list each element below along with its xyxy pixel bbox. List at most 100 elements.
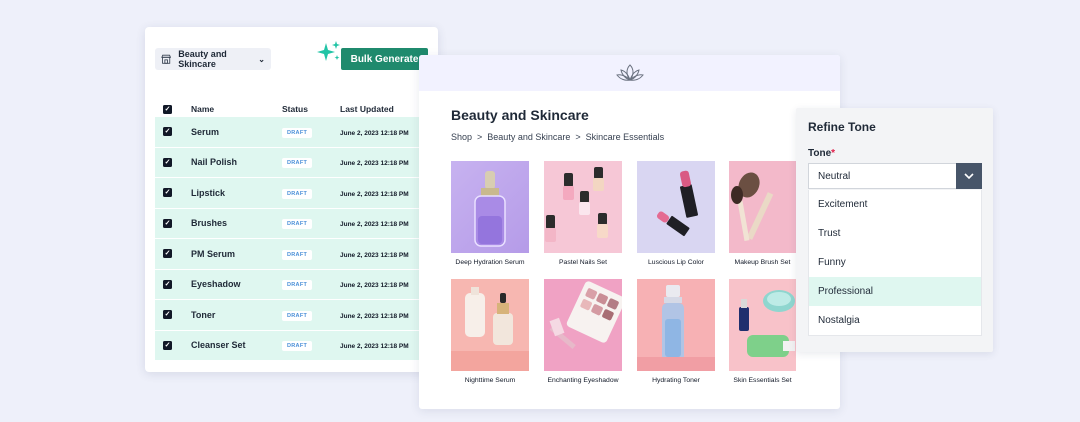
select-all-checkbox[interactable]: ✓ [163,104,172,114]
status-badge: DRAFT [282,219,313,230]
tone-field-label: Tone* [808,148,835,159]
row-checkbox[interactable]: ✓ [163,188,172,198]
product-image [729,161,796,253]
required-marker: * [831,148,836,159]
product-name: Luscious Lip Color [648,259,704,266]
dropdown-toggle[interactable] [956,163,982,189]
table-row[interactable]: ✓ Cleanser Set DRAFT June 2, 2023 12:18 … [155,330,428,361]
panel-title: Refine Tone [808,120,876,134]
chevron-down-icon: ⌄ [258,54,265,64]
product-image [451,279,529,371]
product-image [729,279,796,371]
status-badge: DRAFT [282,280,313,291]
row-updated: June 2, 2023 12:18 PM [340,282,409,290]
row-name: Serum [191,126,220,137]
table-row[interactable]: ✓ Toner DRAFT June 2, 2023 12:18 PM [155,300,428,331]
product-card[interactable]: Nighttime Serum [451,279,529,384]
row-name: Lipstick [191,187,226,198]
status-badge: DRAFT [282,127,313,138]
row-name: Toner [191,309,216,320]
status-badge: DRAFT [282,249,313,260]
breadcrumb-category[interactable]: Beauty and Skincare [487,132,570,142]
product-card[interactable]: Luscious Lip Color [637,161,715,266]
product-name: Pastel Nails Set [559,259,607,266]
category-select[interactable]: Beauty and Skincare ⌄ [155,48,271,70]
product-name: Skin Essentials Set [733,377,792,384]
row-name: Brushes [191,218,228,229]
page-title: Beauty and Skincare [451,107,589,123]
row-name: Cleanser Set [191,340,246,351]
row-name: PM Serum [191,248,236,259]
bulk-generate-button[interactable]: Bulk Generate [341,48,428,70]
table-row[interactable]: ✓ Nail Polish DRAFT June 2, 2023 12:18 P… [155,147,428,178]
row-updated: June 2, 2023 12:18 PM [340,251,409,259]
row-updated: June 2, 2023 12:18 PM [340,160,409,168]
product-image [637,279,715,371]
tone-label-text: Tone [808,148,832,159]
table-row[interactable]: ✓ PM Serum DRAFT June 2, 2023 12:18 PM [155,239,428,270]
tone-options-list: Excitement Trust Funny Professional Nost… [808,190,982,336]
breadcrumb-current: Skincare Essentials [585,132,665,142]
product-card[interactable]: Enchanting Eyeshadow [544,279,622,384]
product-image [451,161,529,253]
breadcrumb-separator: > [477,132,483,142]
row-checkbox[interactable]: ✓ [163,279,172,289]
row-checkbox[interactable]: ✓ [163,340,172,350]
category-select-label: Beauty and Skincare [178,49,227,69]
store-icon [161,54,172,64]
status-badge: DRAFT [282,341,313,352]
row-updated: June 2, 2023 12:18 PM [340,190,409,198]
storefront-preview: Beauty and Skincare Shop > Beauty and Sk… [419,55,840,409]
row-name: Nail Polish [191,157,238,168]
lotus-logo-icon [615,64,644,81]
store-header [419,55,840,91]
product-name: Enchanting Eyeshadow [547,377,619,384]
table-row[interactable]: ✓ Lipstick DRAFT June 2, 2023 12:18 PM [155,178,428,209]
row-checkbox[interactable]: ✓ [163,157,172,167]
table-row[interactable]: ✓ Eyeshadow DRAFT June 2, 2023 12:18 PM [155,269,428,300]
row-updated: June 2, 2023 12:18 PM [340,312,409,320]
tone-select[interactable]: Neutral [808,163,982,189]
chevron-down-icon [964,172,974,179]
tone-selected-value: Neutral [818,170,851,182]
product-image [544,279,622,371]
product-image [637,161,715,253]
list-header: ✓ Name Status Last Updated [155,101,428,117]
row-checkbox[interactable]: ✓ [163,249,172,259]
breadcrumb: Shop > Beauty and Skincare > Skincare Es… [451,132,664,142]
status-badge: DRAFT [282,158,313,169]
tone-option-nostalgia[interactable]: Nostalgia [809,306,981,335]
row-updated: June 2, 2023 12:18 PM [340,221,409,229]
tone-option-excitement[interactable]: Excitement [809,190,981,219]
table-row[interactable]: ✓ Brushes DRAFT June 2, 2023 12:18 PM [155,208,428,239]
row-checkbox[interactable]: ✓ [163,310,172,320]
status-badge: DRAFT [282,188,313,199]
tone-option-funny[interactable]: Funny [809,248,981,277]
row-checkbox[interactable]: ✓ [163,127,172,137]
row-name: Eyeshadow [191,279,241,290]
product-rows: ✓ Serum DRAFT June 2, 2023 12:18 PM ✓ Na… [155,117,428,361]
sparkle-icon [317,41,340,61]
refine-tone-panel: Refine Tone Tone* Neutral Excitement Tru… [796,108,993,352]
column-header-name[interactable]: Name [181,104,281,114]
tone-option-professional[interactable]: Professional [809,277,981,306]
tone-option-trust[interactable]: Trust [809,219,981,248]
breadcrumb-separator: > [575,132,581,142]
product-name: Hydrating Toner [652,377,700,384]
row-updated: June 2, 2023 12:18 PM [340,343,409,351]
product-list-panel: Beauty and Skincare ⌄ Bulk Generate ✓ Na… [145,27,438,372]
product-card[interactable]: Skin Essentials Set [729,279,796,384]
column-header-status[interactable]: Status [281,104,339,114]
product-name: Deep Hydration Serum [455,259,525,266]
product-card[interactable]: Makeup Brush Set [729,161,796,266]
product-card[interactable]: Hydrating Toner [637,279,715,384]
product-card[interactable]: Deep Hydration Serum [451,161,529,266]
row-updated: June 2, 2023 12:18 PM [340,129,409,137]
column-header-updated[interactable]: Last Updated [339,104,428,114]
row-checkbox[interactable]: ✓ [163,218,172,228]
table-row[interactable]: ✓ Serum DRAFT June 2, 2023 12:18 PM [155,117,428,148]
breadcrumb-shop[interactable]: Shop [451,132,472,142]
product-card[interactable]: Pastel Nails Set [544,161,622,266]
product-image [544,161,622,253]
product-name: Makeup Brush Set [734,259,791,266]
